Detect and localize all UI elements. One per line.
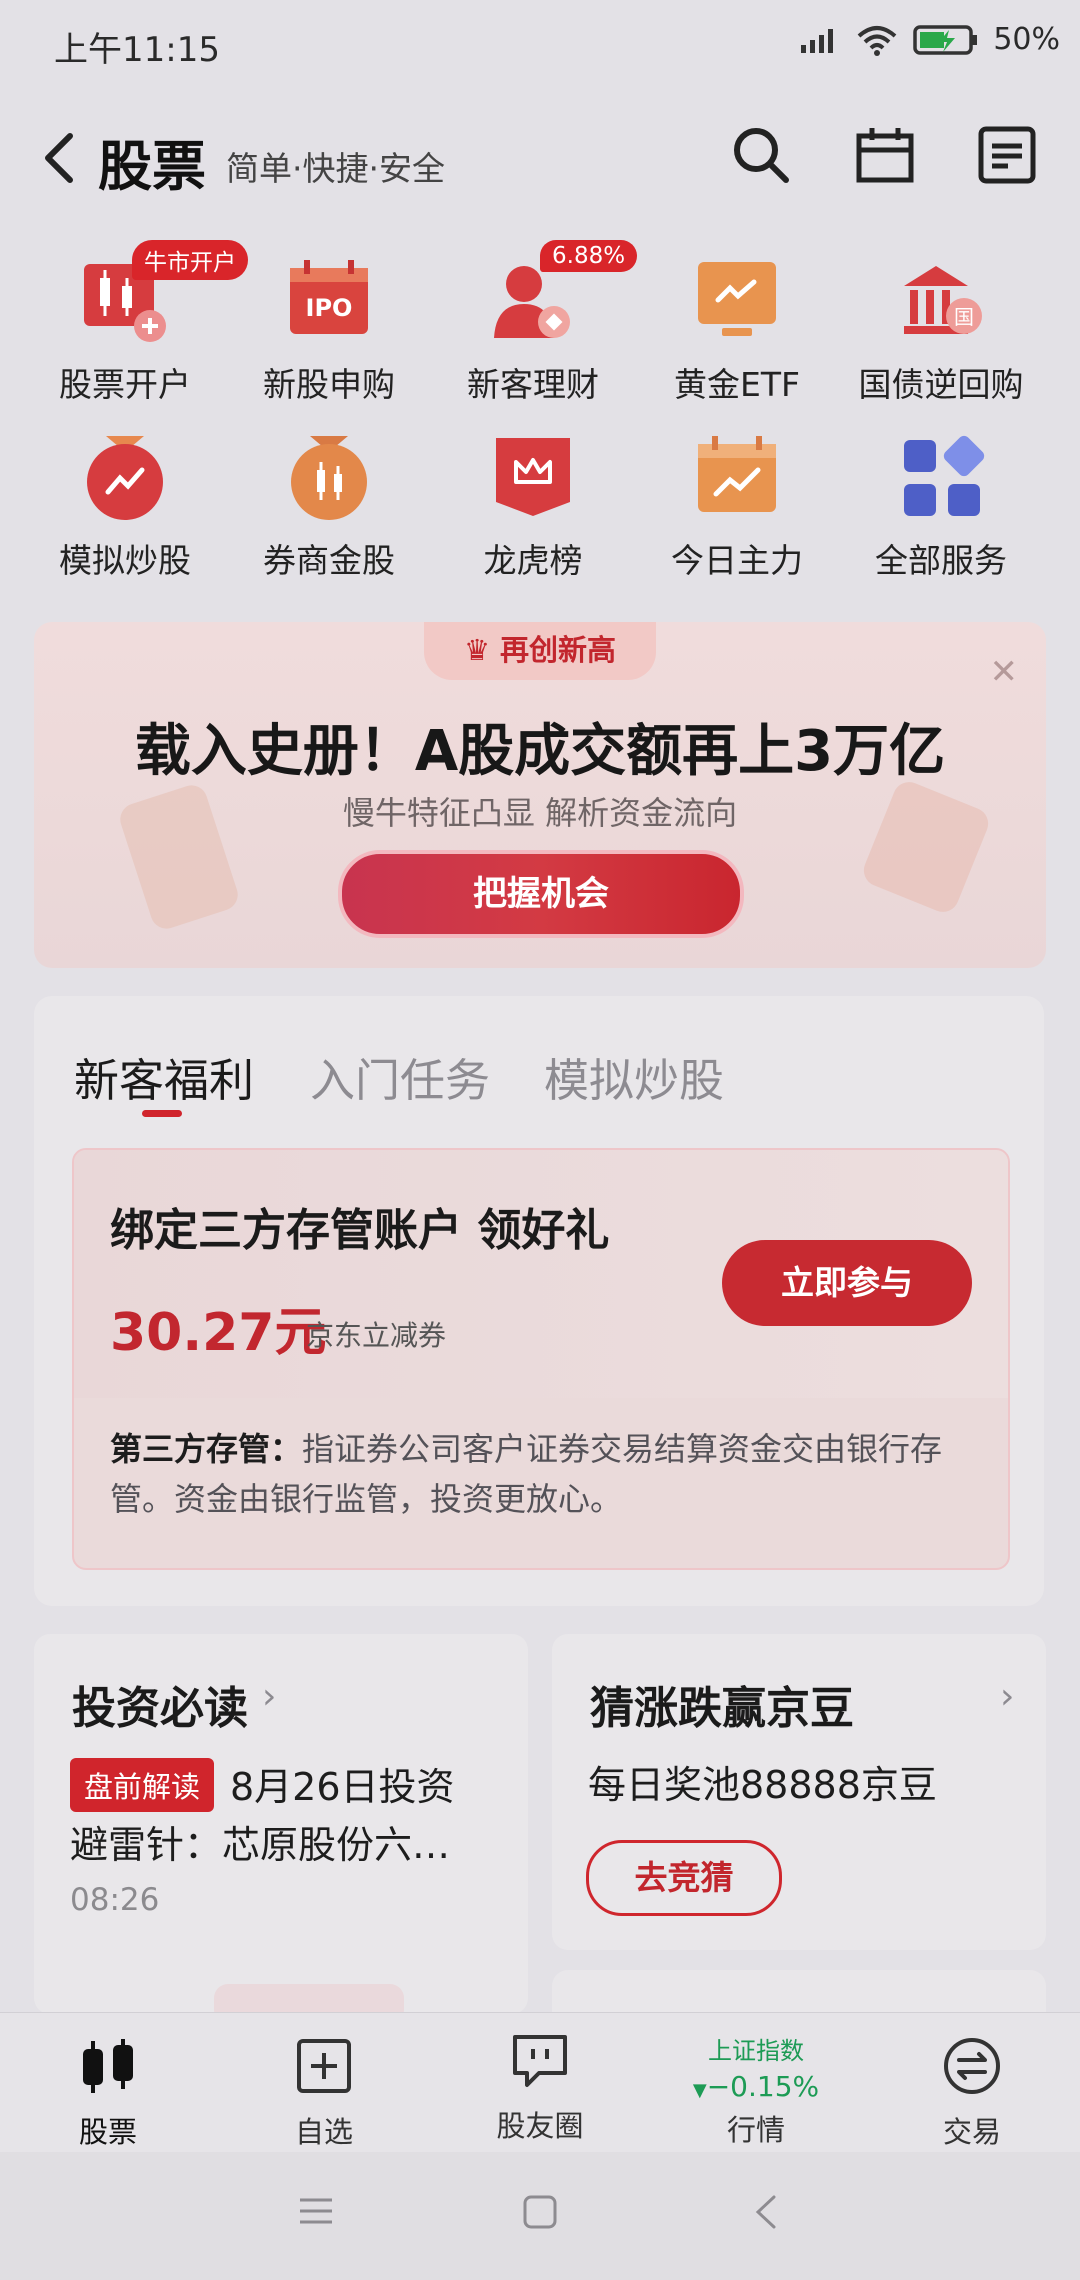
service-label: 今日主力 <box>671 541 803 580</box>
nav-stocks[interactable]: 股票 <box>0 2013 216 2153</box>
service-all[interactable]: 全部服务 <box>841 432 1041 582</box>
chevron-right-icon: › <box>262 1676 277 1717</box>
gold-etf-icon <box>698 262 776 336</box>
battery-percent: 50% <box>993 22 1060 57</box>
svg-text:国: 国 <box>954 305 974 329</box>
candlestick-nav-icon <box>83 2039 133 2093</box>
treasury-bank-icon: 国 <box>904 266 982 334</box>
service-label: 国债逆回购 <box>858 365 1024 404</box>
tab-starter-tasks[interactable]: 入门任务 <box>310 1044 490 1109</box>
offer-amount-note: 京东立减券 <box>306 1319 447 1352</box>
service-badge: 6.88% <box>540 240 638 272</box>
dragon-tiger-list-icon <box>496 438 570 516</box>
welfare-section: 新客福利 入门任务 模拟炒股 绑定三方存管账户 领好礼 30.27元 京东立减券… <box>34 996 1044 1606</box>
service-label: 黄金ETF <box>674 365 800 404</box>
system-nav-bar <box>0 2152 1080 2280</box>
banner-tag: ♛ 再创新高 <box>424 622 656 680</box>
battery-icon <box>913 24 978 55</box>
back-icon[interactable] <box>752 2194 780 2230</box>
all-services-icon <box>904 435 985 516</box>
desc-label: 第三方存管： <box>110 1430 303 1468</box>
nav-market[interactable]: 上证指数 ▼−0.15% 行情 <box>648 2013 864 2153</box>
nav-trade[interactable]: 交易 <box>864 2013 1080 2153</box>
article-tag: 盘前解读 <box>70 1758 215 1812</box>
offer-title: 绑定三方存管账户 领好礼 <box>110 1205 610 1256</box>
service-simulated-trading[interactable]: 模拟炒股 <box>25 432 225 582</box>
service-treasury-repo[interactable]: 国 国债逆回购 <box>841 256 1041 406</box>
banner-headline: 载入史册！A股成交额再上3万亿 <box>134 719 946 784</box>
service-label: 券商金股 <box>263 541 395 580</box>
close-icon[interactable]: ✕ <box>990 652 1019 692</box>
service-label: 龙虎榜 <box>483 541 583 580</box>
banner-tag-text: 再创新高 <box>500 633 617 667</box>
must-read-title: 投资必读 <box>72 1683 248 1734</box>
page-subtitle: 简单·快捷·安全 <box>226 149 445 188</box>
back-arrow-icon[interactable] <box>36 128 82 188</box>
market-index-name: 上证指数 <box>708 2037 804 2065</box>
service-new-wealth[interactable]: 6.88% 新客理财 <box>433 240 638 406</box>
join-now-button[interactable]: 立即参与 <box>722 1240 972 1326</box>
nav-label: 股票 <box>78 2115 137 2149</box>
go-guess-button[interactable]: 去竞猜 <box>586 1840 782 1916</box>
crown-icon: ♛ <box>463 633 490 667</box>
tab-new-customer[interactable]: 新客福利 <box>74 1044 254 1109</box>
service-label: 股票开户 <box>59 365 191 404</box>
main-force-icon <box>698 436 776 512</box>
chevron-right-icon: › <box>1000 1676 1015 1717</box>
nav-watchlist[interactable]: 自选 <box>216 2013 432 2153</box>
ipo-icon: IPO <box>290 260 368 334</box>
service-label: 模拟炒股 <box>59 541 191 580</box>
page-title: 股票 <box>98 135 206 198</box>
nav-label: 股友圈 <box>496 2109 584 2143</box>
nav-community[interactable]: 股友圈 <box>432 2013 648 2153</box>
menu-icon[interactable] <box>298 2196 334 2226</box>
article-title-line2: 避雷针：芯原股份六… <box>70 1823 451 1867</box>
wifi-icon <box>857 25 897 56</box>
search-icon[interactable] <box>730 124 792 186</box>
banner-subline: 慢牛特征凸显 解析资金流向 <box>342 794 738 832</box>
market-index-change: ▼−0.15% <box>648 2070 864 2103</box>
service-main-force[interactable]: 今日主力 <box>637 432 837 582</box>
status-time: 上午11:15 <box>54 30 220 70</box>
chat-bubble-icon <box>513 2035 567 2087</box>
custody-offer-card[interactable]: 绑定三方存管账户 领好礼 30.27元 京东立减券 立即参与 第三方存管：指证券… <box>72 1148 1010 1570</box>
guess-title: 猜涨跌赢京豆 <box>590 1683 854 1734</box>
service-dragon-tiger-list[interactable]: 龙虎榜 <box>433 432 633 582</box>
exchange-icon <box>944 2038 1000 2094</box>
nav-label: 自选 <box>294 2115 353 2149</box>
service-ipo[interactable]: IPO 新股申购 <box>229 256 429 406</box>
bottom-nav: 股票 自选 股友圈 上证指数 ▼−0.15% 行情 交易 <box>0 2012 1080 2153</box>
guess-subtitle: 每日奖池88888京豆 <box>588 1763 937 1807</box>
service-label: 新客理财 <box>467 365 599 404</box>
service-label: 新股申购 <box>263 365 395 404</box>
service-label: 全部服务 <box>875 541 1007 580</box>
nav-label: 交易 <box>942 2115 1001 2149</box>
notes-icon[interactable] <box>976 124 1038 186</box>
status-icons: 50% <box>799 22 1060 57</box>
service-stock-account[interactable]: 牛市开户 股票开户 <box>25 240 248 406</box>
must-read-card[interactable]: 投资必读 › 盘前解读 8月26日投资 避雷针：芯原股份六… 08:26 <box>34 1634 528 2024</box>
svg-text:IPO: IPO <box>306 294 353 322</box>
guess-card[interactable]: 猜涨跌赢京豆 › 每日奖池88888京豆 去竞猜 <box>552 1634 1046 1950</box>
service-broker-picks[interactable]: 券商金股 <box>229 432 429 582</box>
article-time: 08:26 <box>70 1882 160 1918</box>
offer-amount: 30.27元 <box>110 1303 327 1363</box>
offer-description: 第三方存管：指证券公司客户证券交易结算资金交由银行存管。资金由银行监管，投资更放… <box>110 1424 980 1524</box>
promo-banner[interactable]: ♛ 再创新高 ✕ 载入史册！A股成交额再上3万亿 慢牛特征凸显 解析资金流向 把… <box>34 622 1046 968</box>
market-change-value: −0.15% <box>706 2070 820 2103</box>
banner-cta-button[interactable]: 把握机会 <box>338 850 744 938</box>
simulated-trade-icon <box>87 436 163 520</box>
nav-label: 行情 <box>726 2113 785 2147</box>
broker-stock-icon <box>291 436 367 520</box>
down-triangle-icon: ▼ <box>692 2080 707 2101</box>
service-gold-etf[interactable]: 黄金ETF <box>637 256 837 406</box>
article-title-line1: 8月26日投资 <box>230 1765 455 1809</box>
signal-icon <box>801 28 834 53</box>
add-square-icon <box>297 2039 351 2093</box>
tab-simulated-trading[interactable]: 模拟炒股 <box>544 1044 724 1109</box>
home-icon[interactable] <box>522 2194 558 2230</box>
tab-indicator <box>142 1110 182 1117</box>
calendar-icon[interactable] <box>854 124 916 186</box>
